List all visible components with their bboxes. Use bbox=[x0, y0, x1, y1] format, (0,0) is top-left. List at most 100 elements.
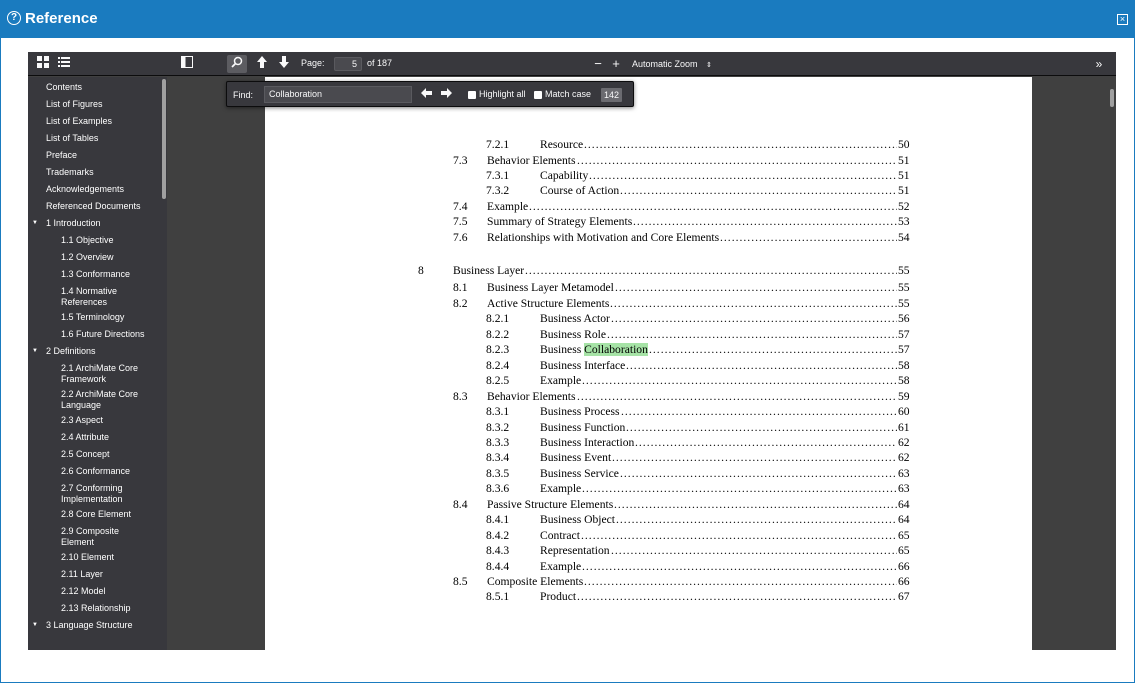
dot-leader: ........................................… bbox=[525, 264, 897, 277]
sidebar-item[interactable]: 2.8 Core Element bbox=[28, 509, 153, 520]
entry-title[interactable]: Behavior Elements bbox=[487, 390, 576, 404]
entry-title[interactable]: Business Event bbox=[540, 451, 611, 465]
outline-view-icon[interactable] bbox=[55, 55, 73, 73]
entry-title[interactable]: Business Role bbox=[540, 328, 606, 342]
entry-title[interactable]: Example bbox=[540, 482, 581, 496]
sidebar-item[interactable]: Referenced Documents bbox=[28, 201, 153, 212]
sidebar-toggle-icon[interactable] bbox=[178, 55, 196, 73]
entry-title[interactable]: Business Interaction bbox=[540, 436, 634, 450]
entry-title[interactable]: Example bbox=[487, 200, 528, 214]
entry-title[interactable]: Business Object bbox=[540, 513, 615, 527]
entry-title[interactable]: Business Layer Metamodel bbox=[487, 281, 614, 295]
zoom-out-button[interactable]: − bbox=[591, 55, 605, 73]
sidebar-item[interactable]: 2.4 Attribute bbox=[28, 432, 153, 443]
entry-title[interactable]: Summary of Strategy Elements bbox=[487, 215, 632, 229]
dot-leader: ........................................… bbox=[621, 405, 897, 418]
find-next-icon[interactable] bbox=[441, 87, 452, 101]
entry-title[interactable]: Business Actor bbox=[540, 312, 610, 326]
sidebar-item[interactable]: List of Tables bbox=[28, 133, 153, 144]
entry-title[interactable]: Example bbox=[540, 374, 581, 388]
entry-title[interactable]: Relationships with Motivation and Core E… bbox=[487, 231, 719, 245]
sidebar-item[interactable]: 2.9 Composite Element bbox=[28, 526, 153, 548]
sidebar-item[interactable]: 2.1 ArchiMate Core Framework bbox=[28, 363, 153, 385]
dot-leader: ........................................… bbox=[607, 328, 897, 341]
entry-title[interactable]: Business Collaboration bbox=[540, 343, 648, 357]
entry-page-number: 59 bbox=[898, 390, 910, 403]
find-label: Find: bbox=[233, 90, 254, 100]
sidebar-item[interactable]: 3 Language Structure bbox=[28, 620, 153, 631]
close-box-icon[interactable]: × bbox=[1117, 14, 1128, 25]
contents-entry: 8.2 Active Structure Elements............… bbox=[265, 297, 1032, 311]
entry-title[interactable]: Business Interface bbox=[540, 359, 625, 373]
entry-number: 7.5 bbox=[453, 215, 468, 228]
dot-leader: ........................................… bbox=[611, 312, 897, 325]
sidebar-item[interactable]: 2.5 Concept bbox=[28, 449, 153, 460]
entry-number: 8.5 bbox=[453, 575, 468, 588]
match-count-badge: 142 bbox=[601, 88, 623, 102]
sidebar-item[interactable]: Acknowledgements bbox=[28, 184, 153, 195]
sidebar-item[interactable]: 2.6 Conformance bbox=[28, 466, 153, 477]
sidebar-item[interactable]: 2.7 Conforming Implementation bbox=[28, 483, 153, 505]
sidebar-item[interactable]: List of Examples bbox=[28, 116, 153, 127]
entry-title[interactable]: Behavior Elements bbox=[487, 154, 576, 168]
sidebar-item[interactable]: Contents bbox=[28, 82, 153, 93]
sidebar-item[interactable]: 2.11 Layer bbox=[28, 569, 153, 580]
entry-title[interactable]: Contract bbox=[540, 529, 580, 543]
search-icon[interactable] bbox=[227, 55, 247, 73]
page-number-input[interactable]: 5 bbox=[334, 57, 362, 71]
find-previous-icon[interactable] bbox=[421, 87, 432, 101]
help-circle-icon[interactable]: ? bbox=[7, 11, 21, 25]
entry-title[interactable]: Business Layer bbox=[453, 264, 524, 278]
entry-title[interactable]: Business Service bbox=[540, 467, 619, 481]
sidebar-item[interactable]: List of Figures bbox=[28, 99, 153, 110]
entry-title[interactable]: Composite Elements bbox=[487, 575, 583, 589]
entry-title[interactable]: Example bbox=[540, 560, 581, 574]
contents-entry: 8.4.1 Business Object....................… bbox=[265, 513, 1032, 527]
find-bar: Find: Collaboration Highlight all Match … bbox=[226, 81, 634, 107]
entry-title[interactable]: Resource bbox=[540, 138, 583, 152]
zoom-in-button[interactable]: + bbox=[609, 55, 623, 73]
entry-title[interactable]: Course of Action bbox=[540, 184, 619, 198]
entry-title[interactable]: Business Function bbox=[540, 421, 625, 435]
previous-page-icon[interactable] bbox=[254, 55, 270, 73]
dot-leader: ........................................… bbox=[582, 482, 897, 495]
thumbnail-view-icon[interactable] bbox=[34, 55, 52, 73]
next-page-icon[interactable] bbox=[276, 55, 292, 73]
find-input[interactable]: Collaboration bbox=[264, 86, 412, 103]
sidebar-item[interactable]: 2.3 Aspect bbox=[28, 415, 153, 426]
sidebar-item[interactable]: 2.13 Relationship bbox=[28, 603, 153, 614]
tools-menu-icon[interactable]: » bbox=[1090, 55, 1108, 73]
entry-title[interactable]: Business Process bbox=[540, 405, 620, 419]
sidebar-item[interactable]: 2.12 Model bbox=[28, 586, 153, 597]
contents-entry: 8.3.1 Business Process...................… bbox=[265, 405, 1032, 419]
entry-number: 8.4.4 bbox=[486, 560, 510, 573]
highlight-all-checkbox[interactable] bbox=[468, 91, 476, 99]
entry-title[interactable]: Passive Structure Elements bbox=[487, 498, 613, 512]
sidebar-item[interactable]: Trademarks bbox=[28, 167, 153, 178]
contents-entry: 7.3 Behavior Elements....................… bbox=[265, 154, 1032, 168]
zoom-select[interactable]: Automatic Zoom ⇕ bbox=[626, 56, 718, 72]
entry-title[interactable]: Product bbox=[540, 590, 576, 604]
sidebar-item[interactable]: 1 Introduction bbox=[28, 218, 153, 229]
sidebar-item[interactable]: 1.1 Objective bbox=[28, 235, 153, 246]
sidebar-item[interactable]: 2 Definitions bbox=[28, 346, 153, 357]
pdf-viewer: Page: 5 of 187 − + Automatic Zoom ⇕ » Co… bbox=[28, 52, 1116, 650]
sidebar-item[interactable]: 1.5 Terminology bbox=[28, 312, 153, 323]
sidebar-item[interactable]: Preface bbox=[28, 150, 153, 161]
document-scrollbar[interactable] bbox=[1110, 89, 1114, 107]
sidebar-scrollbar[interactable] bbox=[162, 79, 166, 199]
entry-page-number: 55 bbox=[898, 281, 910, 294]
sidebar-item[interactable]: 1.4 Normative References bbox=[28, 286, 153, 308]
match-case-checkbox[interactable] bbox=[534, 91, 542, 99]
entry-title[interactable]: Representation bbox=[540, 544, 610, 558]
sidebar-item[interactable]: 1.6 Future Directions bbox=[28, 329, 153, 340]
entry-number: 8.3.1 bbox=[486, 405, 510, 418]
entry-title[interactable]: Capability bbox=[540, 169, 588, 183]
entry-number: 8.2.4 bbox=[486, 359, 510, 372]
sidebar-item[interactable]: 1.2 Overview bbox=[28, 252, 153, 263]
sidebar-item[interactable]: 2.2 ArchiMate Core Language bbox=[28, 389, 153, 411]
entry-title[interactable]: Active Structure Elements bbox=[487, 297, 609, 311]
sidebar-item[interactable]: 1.3 Conformance bbox=[28, 269, 153, 280]
entry-page-number: 53 bbox=[898, 215, 910, 228]
sidebar-item[interactable]: 2.10 Element bbox=[28, 552, 153, 563]
